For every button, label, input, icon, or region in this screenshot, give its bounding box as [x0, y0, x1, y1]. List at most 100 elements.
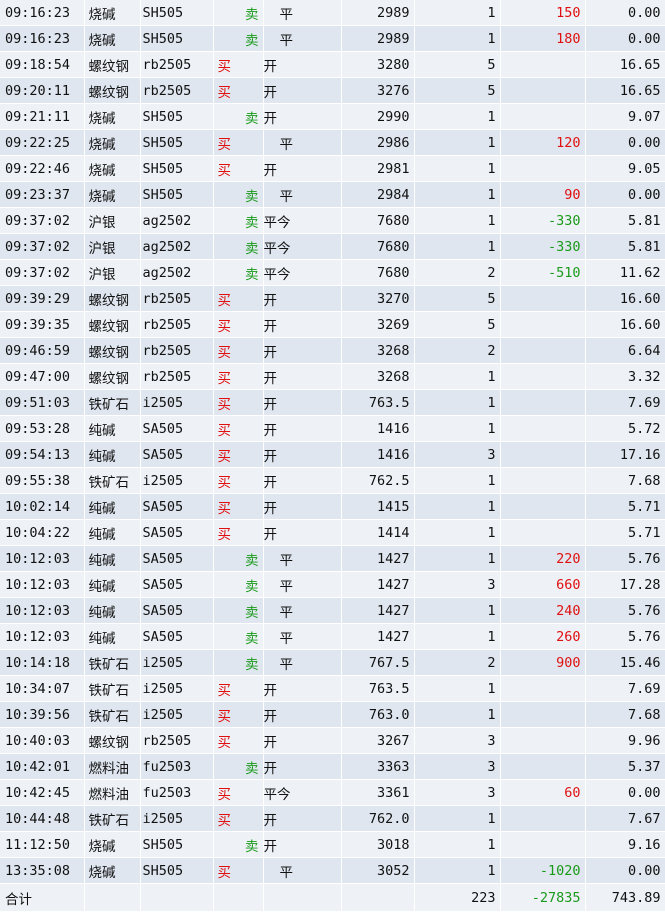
table-row[interactable]: 09:46:59 螺纹钢 rb2505 买开 3268 2 6.64	[0, 337, 665, 364]
quantity: 1	[414, 519, 501, 546]
trade-time: 10:42:45	[0, 779, 85, 806]
table-row[interactable]: 10:42:45 燃料油 fu2503 买平今 3361 3 60 0.00	[0, 779, 665, 806]
price: 3280	[341, 51, 415, 78]
profit-loss	[500, 389, 586, 416]
contract-name: 沪银	[84, 259, 141, 286]
direction: 卖	[213, 831, 264, 858]
profit-loss	[500, 363, 586, 390]
contract-name: 烧碱	[84, 103, 141, 130]
price: 1415	[341, 493, 415, 520]
table-row[interactable]: 10:04:22 纯碱 SA505 买开 1414 1 5.71	[0, 519, 665, 546]
quantity: 3	[414, 571, 501, 598]
table-row[interactable]: 10:44:48 铁矿石 i2505 买开 762.0 1 7.67	[0, 805, 665, 832]
table-row[interactable]: 10:12:03 纯碱 SA505 卖平 1427 1 240 5.76	[0, 597, 665, 624]
contract-name: 铁矿石	[84, 649, 141, 676]
profit-loss	[500, 753, 586, 780]
profit-loss: -330	[500, 233, 586, 260]
price: 7680	[341, 259, 415, 286]
table-row[interactable]: 09:54:13 纯碱 SA505 买开 1416 3 17.16	[0, 441, 665, 468]
table-row[interactable]: 10:39:56 铁矿石 i2505 买开 763.0 1 7.68	[0, 701, 665, 728]
open-close: 开	[263, 103, 342, 130]
table-row[interactable]: 09:53:28 纯碱 SA505 买开 1416 1 5.72	[0, 415, 665, 442]
fee: 5.37	[585, 753, 665, 780]
table-row[interactable]: 09:37:02 沪银 ag2502 卖平今 7680 2 -510 11.62	[0, 259, 665, 286]
price: 763.0	[341, 701, 415, 728]
table-row[interactable]: 09:39:29 螺纹钢 rb2505 买开 3270 5 16.60	[0, 285, 665, 312]
quantity: 5	[414, 311, 501, 338]
table-row[interactable]: 09:51:03 铁矿石 i2505 买开 763.5 1 7.69	[0, 389, 665, 416]
table-row[interactable]: 10:02:14 纯碱 SA505 买开 1415 1 5.71	[0, 493, 665, 520]
table-row[interactable]: 09:22:46 烧碱 SH505 买开 2981 1 9.05	[0, 155, 665, 182]
open-close: 开	[263, 831, 342, 858]
open-close: 开	[263, 701, 342, 728]
quantity: 3	[414, 753, 501, 780]
trade-time: 10:12:03	[0, 623, 85, 650]
quantity: 1	[414, 129, 501, 156]
table-row[interactable]: 09:55:38 铁矿石 i2505 买开 762.5 1 7.68	[0, 467, 665, 494]
open-close: 开	[263, 389, 342, 416]
table-row[interactable]: 09:47:00 螺纹钢 rb2505 买开 3268 1 3.32	[0, 363, 665, 390]
table-row[interactable]: 10:12:03 纯碱 SA505 卖平 1427 1 220 5.76	[0, 545, 665, 572]
contract-name: 铁矿石	[84, 675, 141, 702]
table-row[interactable]: 11:12:50 烧碱 SH505 卖开 3018 1 9.16	[0, 831, 665, 858]
table-row[interactable]: 09:39:35 螺纹钢 rb2505 买开 3269 5 16.60	[0, 311, 665, 338]
table-row[interactable]: 09:23:37 烧碱 SH505 卖平 2984 1 90 0.00	[0, 181, 665, 208]
profit-loss: 260	[500, 623, 586, 650]
trade-time: 09:51:03	[0, 389, 85, 416]
table-row[interactable]: 09:37:02 沪银 ag2502 卖平今 7680 1 -330 5.81	[0, 233, 665, 260]
table-row[interactable]: 10:12:03 纯碱 SA505 卖平 1427 3 660 17.28	[0, 571, 665, 598]
fee: 0.00	[585, 0, 665, 26]
quantity: 1	[414, 493, 501, 520]
table-row[interactable]: 09:21:11 烧碱 SH505 卖开 2990 1 9.07	[0, 103, 665, 130]
table-row[interactable]: 10:12:03 纯碱 SA505 卖平 1427 1 260 5.76	[0, 623, 665, 650]
profit-loss	[500, 311, 586, 338]
total-profit-loss: -27835	[500, 883, 586, 912]
open-close: 开	[263, 675, 342, 702]
direction: 买	[213, 129, 264, 156]
fee: 0.00	[585, 181, 665, 208]
open-close: 平	[263, 181, 342, 208]
profit-loss: 900	[500, 649, 586, 676]
profit-loss	[500, 415, 586, 442]
total-empty-cell	[263, 883, 342, 912]
table-row[interactable]: 09:22:25 烧碱 SH505 买平 2986 1 120 0.00	[0, 129, 665, 156]
trade-time: 09:47:00	[0, 363, 85, 390]
open-close: 平	[263, 623, 342, 650]
trade-rows: 09:16:23 烧碱 SH505 卖平 2989 1 150 0.00 09:16:23 烧碱 S…	[0, 0, 665, 884]
direction: 卖	[213, 181, 264, 208]
quantity: 3	[414, 727, 501, 754]
contract-name: 燃料油	[84, 753, 141, 780]
profit-loss: 90	[500, 181, 586, 208]
quantity: 1	[414, 805, 501, 832]
quantity: 1	[414, 467, 501, 494]
fee: 7.69	[585, 675, 665, 702]
open-close: 开	[263, 753, 342, 780]
quantity: 5	[414, 51, 501, 78]
contract-name: 烧碱	[84, 831, 141, 858]
fee: 16.60	[585, 285, 665, 312]
profit-loss	[500, 441, 586, 468]
quantity: 1	[414, 233, 501, 260]
contract-name: 螺纹钢	[84, 727, 141, 754]
table-row[interactable]: 10:40:03 螺纹钢 rb2505 买开 3267 3 9.96	[0, 727, 665, 754]
fee: 16.65	[585, 51, 665, 78]
table-row[interactable]: 09:37:02 沪银 ag2502 卖平今 7680 1 -330 5.81	[0, 207, 665, 234]
contract-name: 铁矿石	[84, 701, 141, 728]
contract-code: SH505	[140, 25, 214, 52]
table-row[interactable]: 09:20:11 螺纹钢 rb2505 买开 3276 5 16.65	[0, 77, 665, 104]
contract-code: SH505	[140, 129, 214, 156]
contract-code: ag2502	[140, 233, 214, 260]
fee: 16.60	[585, 311, 665, 338]
fee: 9.05	[585, 155, 665, 182]
profit-loss: -1020	[500, 857, 586, 884]
table-row[interactable]: 09:16:23 烧碱 SH505 卖平 2989 1 180 0.00	[0, 25, 665, 52]
trade-time: 09:21:11	[0, 103, 85, 130]
table-row[interactable]: 09:18:54 螺纹钢 rb2505 买开 3280 5 16.65	[0, 51, 665, 78]
open-close: 开	[263, 363, 342, 390]
price: 1414	[341, 519, 415, 546]
table-row[interactable]: 10:34:07 铁矿石 i2505 买开 763.5 1 7.69	[0, 675, 665, 702]
table-row[interactable]: 10:42:01 燃料油 fu2503 卖开 3363 3 5.37	[0, 753, 665, 780]
table-row[interactable]: 09:16:23 烧碱 SH505 卖平 2989 1 150 0.00	[0, 0, 665, 26]
table-row[interactable]: 13:35:08 烧碱 SH505 买平 3052 1 -1020 0.00	[0, 857, 665, 884]
table-row[interactable]: 10:14:18 铁矿石 i2505 卖平 767.5 2 900 15.46	[0, 649, 665, 676]
